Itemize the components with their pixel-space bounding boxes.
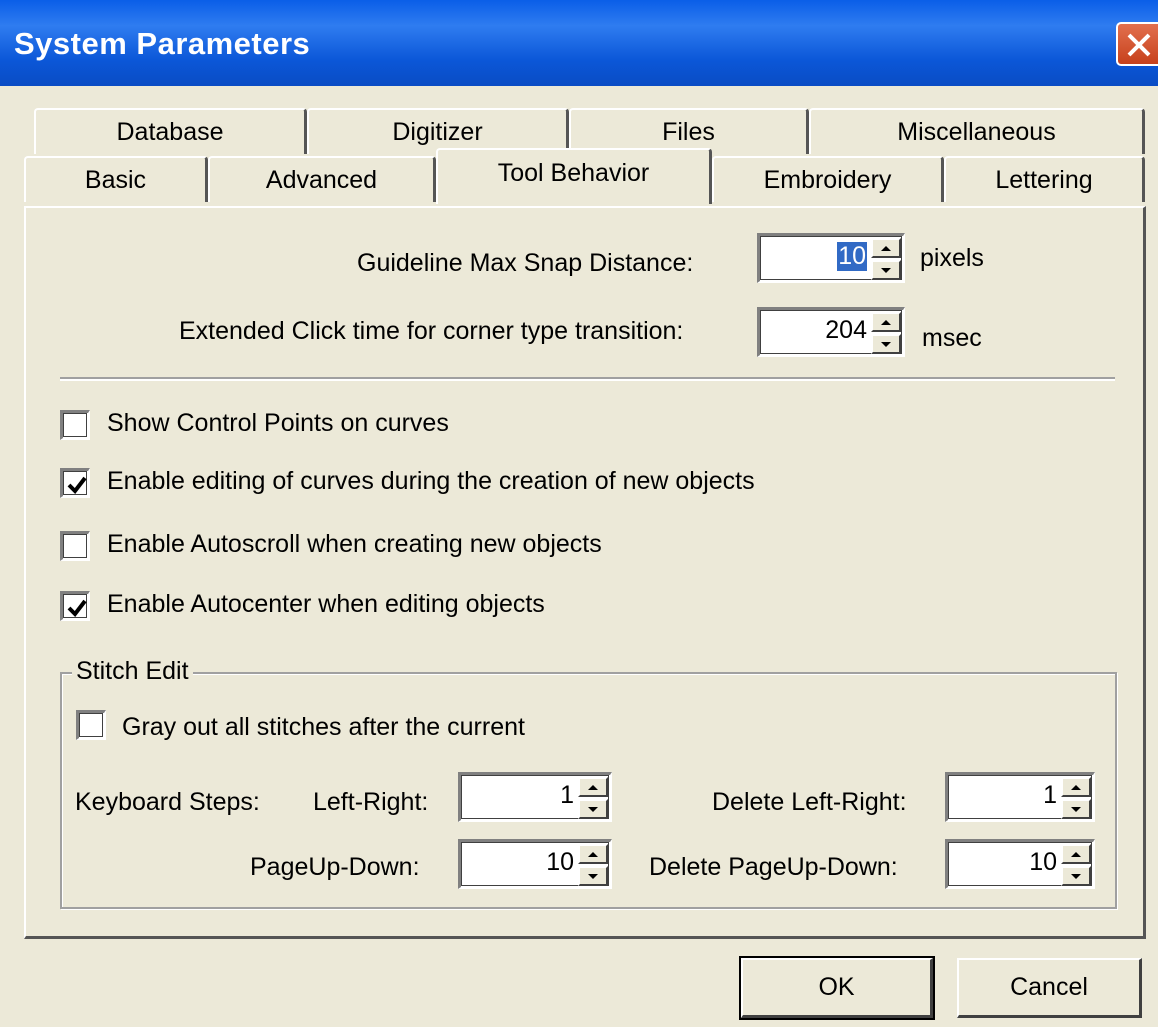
spin-up-icon[interactable] (871, 238, 901, 258)
spin-up-icon[interactable] (1061, 777, 1091, 797)
tab-database[interactable]: Database (34, 108, 307, 154)
spin-down-icon[interactable] (1061, 866, 1091, 886)
tab-embroidery[interactable]: Embroidery (712, 156, 944, 202)
delete-pageup-down-spinbox[interactable]: 10 (945, 839, 1095, 889)
spin-down-icon[interactable] (578, 866, 608, 886)
checkmark-icon (67, 599, 87, 618)
delete-left-right-value[interactable]: 1 (1043, 781, 1057, 810)
snap-distance-label: Guideline Max Snap Distance: (357, 249, 694, 277)
tab-basic[interactable]: Basic (24, 156, 208, 202)
snap-distance-spinbox[interactable]: 10 (757, 233, 905, 283)
keyboard-steps-label: Keyboard Steps: (75, 788, 260, 816)
enable-editing-curves-checkbox[interactable] (60, 468, 90, 498)
close-icon (1127, 33, 1151, 57)
spin-down-icon[interactable] (1061, 799, 1091, 819)
system-parameters-dialog: System Parameters Database Digitizer Fil… (0, 0, 1158, 1027)
left-right-label: Left-Right: (313, 788, 429, 816)
spin-buttons[interactable] (578, 844, 608, 886)
click-time-label: Extended Click time for corner type tran… (179, 317, 684, 345)
spin-up-icon[interactable] (578, 844, 608, 864)
spin-buttons[interactable] (871, 238, 901, 280)
snap-distance-unit: pixels (920, 244, 984, 272)
ok-button[interactable]: OK (739, 956, 935, 1020)
spin-up-icon[interactable] (1061, 844, 1091, 864)
spin-buttons[interactable] (871, 312, 901, 354)
spin-down-icon[interactable] (871, 334, 901, 354)
click-time-value[interactable]: 204 (825, 316, 867, 345)
tab-lettering[interactable]: Lettering (944, 156, 1145, 202)
spin-up-icon[interactable] (578, 777, 608, 797)
close-button[interactable] (1116, 22, 1158, 66)
show-control-points-label[interactable]: Show Control Points on curves (107, 409, 449, 438)
pageup-down-label: PageUp-Down: (250, 853, 420, 881)
spin-up-icon[interactable] (871, 312, 901, 332)
cancel-button[interactable]: Cancel (957, 958, 1142, 1018)
enable-autoscroll-checkbox[interactable] (60, 531, 90, 561)
enable-autoscroll-label[interactable]: Enable Autoscroll when creating new obje… (107, 530, 602, 559)
delete-left-right-spinbox[interactable]: 1 (945, 772, 1095, 822)
spin-buttons[interactable] (578, 777, 608, 819)
title-bar[interactable]: System Parameters (0, 0, 1158, 86)
delete-pageup-down-label: Delete PageUp-Down: (649, 853, 898, 881)
enable-editing-curves-label[interactable]: Enable editing of curves during the crea… (107, 467, 755, 496)
enable-autocenter-checkbox[interactable] (60, 591, 90, 621)
pageup-down-spinbox[interactable]: 10 (458, 839, 612, 889)
separator (60, 377, 1115, 381)
left-right-value[interactable]: 1 (560, 781, 574, 810)
snap-distance-value[interactable]: 10 (837, 242, 867, 271)
left-right-spinbox[interactable]: 1 (458, 772, 612, 822)
window-title: System Parameters (14, 26, 311, 61)
checkmark-icon (67, 476, 87, 495)
delete-pageup-down-value[interactable]: 10 (1029, 848, 1057, 877)
tab-miscellaneous[interactable]: Miscellaneous (809, 108, 1145, 154)
gray-out-stitches-label[interactable]: Gray out all stitches after the current (122, 713, 525, 742)
delete-left-right-label: Delete Left-Right: (712, 788, 907, 816)
tab-tool-behavior[interactable]: Tool Behavior (436, 148, 712, 204)
gray-out-stitches-checkbox[interactable] (76, 710, 106, 740)
spin-buttons[interactable] (1061, 844, 1091, 886)
tab-advanced[interactable]: Advanced (208, 156, 436, 202)
spin-down-icon[interactable] (871, 260, 901, 280)
click-time-spinbox[interactable]: 204 (757, 307, 905, 357)
show-control-points-checkbox[interactable] (60, 410, 90, 440)
pageup-down-value[interactable]: 10 (546, 848, 574, 877)
click-time-unit: msec (922, 324, 982, 352)
enable-autocenter-label[interactable]: Enable Autocenter when editing objects (107, 590, 545, 619)
spin-buttons[interactable] (1061, 777, 1091, 819)
stitch-edit-title: Stitch Edit (72, 657, 193, 686)
spin-down-icon[interactable] (578, 799, 608, 819)
